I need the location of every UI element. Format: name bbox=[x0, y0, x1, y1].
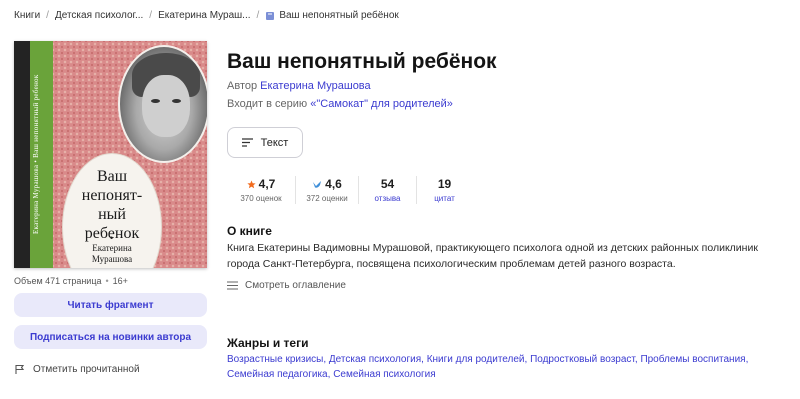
about-heading: О книге bbox=[227, 224, 272, 238]
read-fragment-button[interactable]: Читать фрагмент bbox=[14, 293, 207, 317]
cover-author: Екатерина Мурашова bbox=[91, 243, 133, 264]
series-line: Входит в серию «"Самокат" для родителей» bbox=[227, 98, 453, 110]
series-link[interactable]: «"Самокат" для родителей» bbox=[310, 98, 453, 110]
list-icon bbox=[227, 281, 238, 290]
stat-value: 4,7 bbox=[258, 177, 276, 191]
genre-tag[interactable]: Возрастные кризисы bbox=[227, 354, 323, 365]
stat-label: цитат bbox=[434, 194, 455, 203]
format-label: Текст bbox=[260, 136, 289, 149]
genre-tag[interactable]: Подростковый возраст bbox=[530, 354, 635, 365]
mark-read-button[interactable]: Отметить прочитанной bbox=[14, 364, 140, 375]
cover-spine-strip bbox=[14, 41, 30, 268]
stat-label: 372 оценки bbox=[306, 194, 348, 203]
book-cover[interactable]: Екатерина Мурашова • Ваш непонятный ребе… bbox=[14, 41, 207, 268]
book-meta: Объем 471 страница • 16+ bbox=[14, 276, 128, 286]
cover-child-photo bbox=[118, 45, 207, 163]
genres-list: Возрастные кризисы, Детская психология, … bbox=[227, 354, 749, 380]
breadcrumb: Книги / Детская психолог... / Екатерина … bbox=[14, 10, 399, 21]
table-of-contents-link[interactable]: Смотреть оглавление bbox=[227, 280, 346, 291]
stat-label: отзыва bbox=[374, 194, 401, 203]
stat-livelib-rating[interactable]: 4,6 372 оценки bbox=[295, 176, 358, 204]
subscribe-author-button[interactable]: Подписаться на новинки автора bbox=[14, 325, 207, 349]
stat-value: 54 bbox=[380, 177, 395, 191]
breadcrumb-item-books[interactable]: Книги bbox=[14, 10, 40, 21]
author-link[interactable]: Екатерина Мурашова bbox=[260, 80, 371, 92]
breadcrumb-separator: / bbox=[149, 10, 153, 21]
flag-icon bbox=[15, 364, 25, 374]
author-line: Автор Екатерина Мурашова bbox=[227, 80, 371, 92]
genre-tag[interactable]: Семейная психология bbox=[333, 369, 435, 380]
page-title: Ваш непонятный ребёнок bbox=[227, 50, 497, 73]
text-lines-icon bbox=[241, 138, 253, 147]
page-count: Объем 471 страница bbox=[14, 276, 102, 286]
mark-read-label: Отметить прочитанной bbox=[33, 364, 140, 375]
stat-label: 370 оценок bbox=[240, 194, 282, 203]
format-text-button[interactable]: Текст bbox=[227, 127, 303, 158]
stat-reviews[interactable]: 54 отзыва bbox=[358, 176, 416, 204]
bird-icon bbox=[313, 180, 322, 188]
toc-label: Смотреть оглавление bbox=[245, 280, 346, 291]
cover-spine-text: Екатерина Мурашова • Ваш непонятный ребе… bbox=[32, 74, 40, 234]
ratings-stats: 4,7 370 оценок 4,6 372 оценки 54 отзыва … bbox=[227, 176, 472, 204]
breadcrumb-separator: / bbox=[46, 10, 49, 21]
genre-tag[interactable]: Книги для родителей bbox=[427, 354, 525, 365]
genre-tag[interactable]: Семейная педагогика bbox=[227, 369, 328, 380]
stat-value: 4,6 bbox=[325, 177, 342, 191]
cover-dot: • bbox=[110, 233, 114, 243]
star-icon bbox=[247, 179, 256, 188]
series-prefix: Входит в серию bbox=[227, 98, 308, 110]
genre-tag[interactable]: Детская психология bbox=[329, 354, 421, 365]
stat-litres-rating[interactable]: 4,7 370 оценок bbox=[227, 176, 295, 204]
about-text: Книга Екатерины Вадимовны Мурашовой, пра… bbox=[227, 242, 758, 270]
breadcrumb-separator: / bbox=[256, 10, 260, 21]
stat-value: 19 bbox=[437, 177, 452, 191]
genre-tag[interactable]: Проблемы воспитания bbox=[640, 354, 745, 365]
author-prefix: Автор bbox=[227, 80, 258, 92]
breadcrumb-item-category[interactable]: Детская психолог... bbox=[55, 10, 143, 21]
breadcrumb-item-author[interactable]: Екатерина Мураш... bbox=[158, 10, 250, 21]
book-icon bbox=[266, 11, 275, 20]
breadcrumb-item-current: Ваш непонятный ребёнок bbox=[279, 10, 399, 21]
cover-title: Ваш непонят- ный ребенок bbox=[81, 168, 143, 242]
genres-heading: Жанры и теги bbox=[227, 336, 309, 350]
age-rating: 16+ bbox=[112, 276, 128, 286]
stat-quotes[interactable]: 19 цитат bbox=[416, 176, 472, 204]
